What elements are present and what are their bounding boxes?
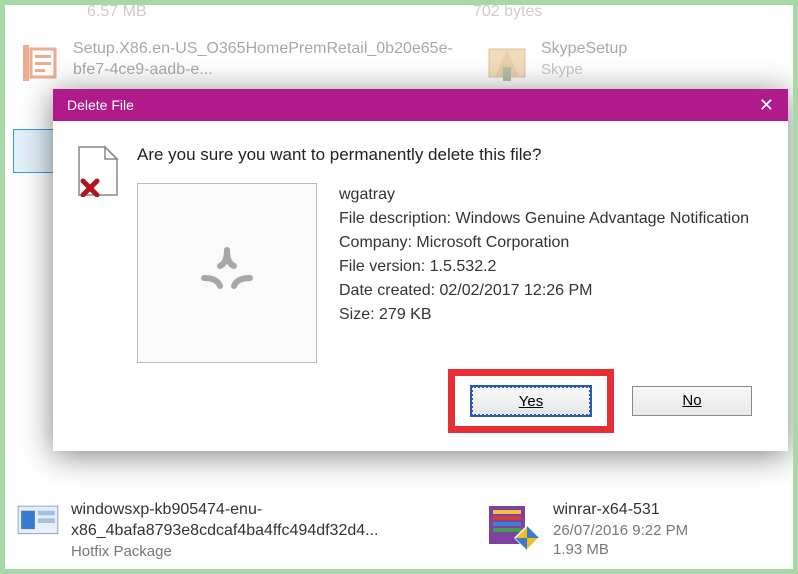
file-item-winrar[interactable]: winrar-x64-531 26/07/2016 9:22 PM 1.93 M… [483, 500, 783, 561]
file-version: File version: 1.5.532.2 [339, 255, 749, 279]
file-size: Size: 279 KB [339, 303, 749, 327]
file-company: Company: Microsoft Corporation [339, 231, 749, 255]
file-size: 1.93 MB [553, 540, 688, 560]
dialog-title: Delete File [67, 97, 134, 113]
yes-highlight: Yes [448, 369, 614, 433]
file-label: winrar-x64-531 [553, 500, 688, 521]
file-item-hotfix[interactable]: windowsxp-kb905474-enu-x86_4bafa8793e8cd… [15, 500, 453, 561]
file-created: Date created: 02/02/2017 12:26 PM [339, 279, 749, 303]
no-button[interactable]: No [632, 386, 752, 416]
yes-button[interactable]: Yes [471, 386, 591, 416]
file-sub: Hotfix Package [71, 542, 453, 562]
selection-highlight [13, 129, 57, 173]
delete-file-dialog: Delete File ✕ Are you sure you want to p… [53, 89, 788, 451]
confirm-prompt: Are you sure you want to permanently del… [137, 145, 764, 165]
file-label: windowsxp-kb905474-enu-x86_4bafa8793e8cd… [71, 500, 453, 542]
file-description: File description: Windows Genuine Advant… [339, 207, 749, 231]
file-date: 26/07/2016 9:22 PM [553, 521, 688, 541]
file-thumbnail [137, 183, 317, 363]
hotfix-icon [15, 500, 61, 550]
close-icon[interactable]: ✕ [759, 95, 774, 116]
delete-file-icon [77, 145, 119, 197]
file-name: wgatray [339, 183, 749, 207]
dialog-titlebar: Delete File ✕ [53, 89, 788, 121]
winrar-icon [483, 500, 543, 550]
